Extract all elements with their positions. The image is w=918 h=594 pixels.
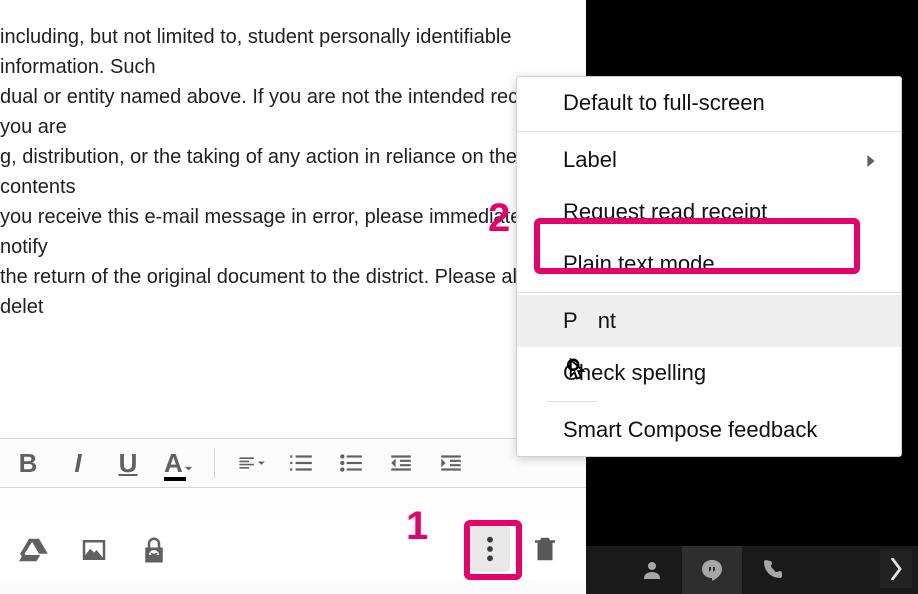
menu-label-text: Label xyxy=(563,147,617,173)
numbered-list-button[interactable] xyxy=(287,450,315,476)
compose-window: including, but not limited to, student p… xyxy=(0,0,586,594)
more-options-menu: Default to full-screen Label Request rea… xyxy=(516,76,902,457)
menu-read-receipt-label: Request read receipt xyxy=(563,199,767,225)
menu-divider xyxy=(547,401,597,402)
toolbar-divider xyxy=(214,448,215,478)
menu-label[interactable]: Label xyxy=(517,134,901,186)
menu-print-visible: Pnt xyxy=(563,308,596,334)
align-button[interactable] xyxy=(237,450,265,476)
underline-button[interactable]: U xyxy=(114,448,142,479)
hangouts-icon[interactable] xyxy=(682,546,742,594)
discard-draft-button[interactable] xyxy=(530,534,562,566)
formatting-toolbar: B I U A xyxy=(0,438,586,488)
menu-divider xyxy=(517,292,901,293)
menu-smart-compose-label: Smart Compose feedback xyxy=(563,417,817,443)
menu-fullscreen[interactable]: Default to full-screen xyxy=(517,77,901,129)
bold-button[interactable]: B xyxy=(14,448,42,479)
text-color-label: A xyxy=(164,448,183,479)
contacts-icon[interactable] xyxy=(622,546,682,594)
menu-smart-compose[interactable]: Smart Compose feedback xyxy=(517,404,901,456)
menu-check-spelling[interactable]: Check spelling xyxy=(517,347,901,399)
hangouts-bar xyxy=(586,546,918,594)
more-options-button[interactable] xyxy=(470,526,516,574)
chevron-right-icon xyxy=(889,558,903,580)
confidential-mode-icon[interactable] xyxy=(138,534,170,566)
text-color-button[interactable]: A xyxy=(164,448,192,479)
chevron-right-icon xyxy=(865,147,877,173)
menu-fullscreen-label: Default to full-screen xyxy=(563,90,765,116)
menu-print[interactable]: Print Pnt xyxy=(517,295,901,347)
bullet-list-button[interactable] xyxy=(337,450,365,476)
email-body-text[interactable]: including, but not limited to, student p… xyxy=(0,22,578,322)
italic-button[interactable]: I xyxy=(64,448,92,479)
indent-more-button[interactable] xyxy=(437,450,465,476)
indent-less-button[interactable] xyxy=(387,450,415,476)
menu-plain-text[interactable]: Plain text mode xyxy=(517,238,901,290)
trash-icon xyxy=(530,534,560,564)
phone-icon[interactable] xyxy=(742,546,802,594)
more-vertical-icon xyxy=(486,535,494,563)
menu-divider xyxy=(517,131,901,132)
menu-read-receipt[interactable]: Request read receipt xyxy=(517,186,901,238)
drive-icon[interactable] xyxy=(18,534,50,566)
expand-chevron[interactable] xyxy=(880,550,912,588)
menu-check-spelling-label: Check spelling xyxy=(563,360,706,386)
insert-photo-icon[interactable] xyxy=(78,534,110,566)
menu-plain-text-label: Plain text mode xyxy=(563,251,715,277)
